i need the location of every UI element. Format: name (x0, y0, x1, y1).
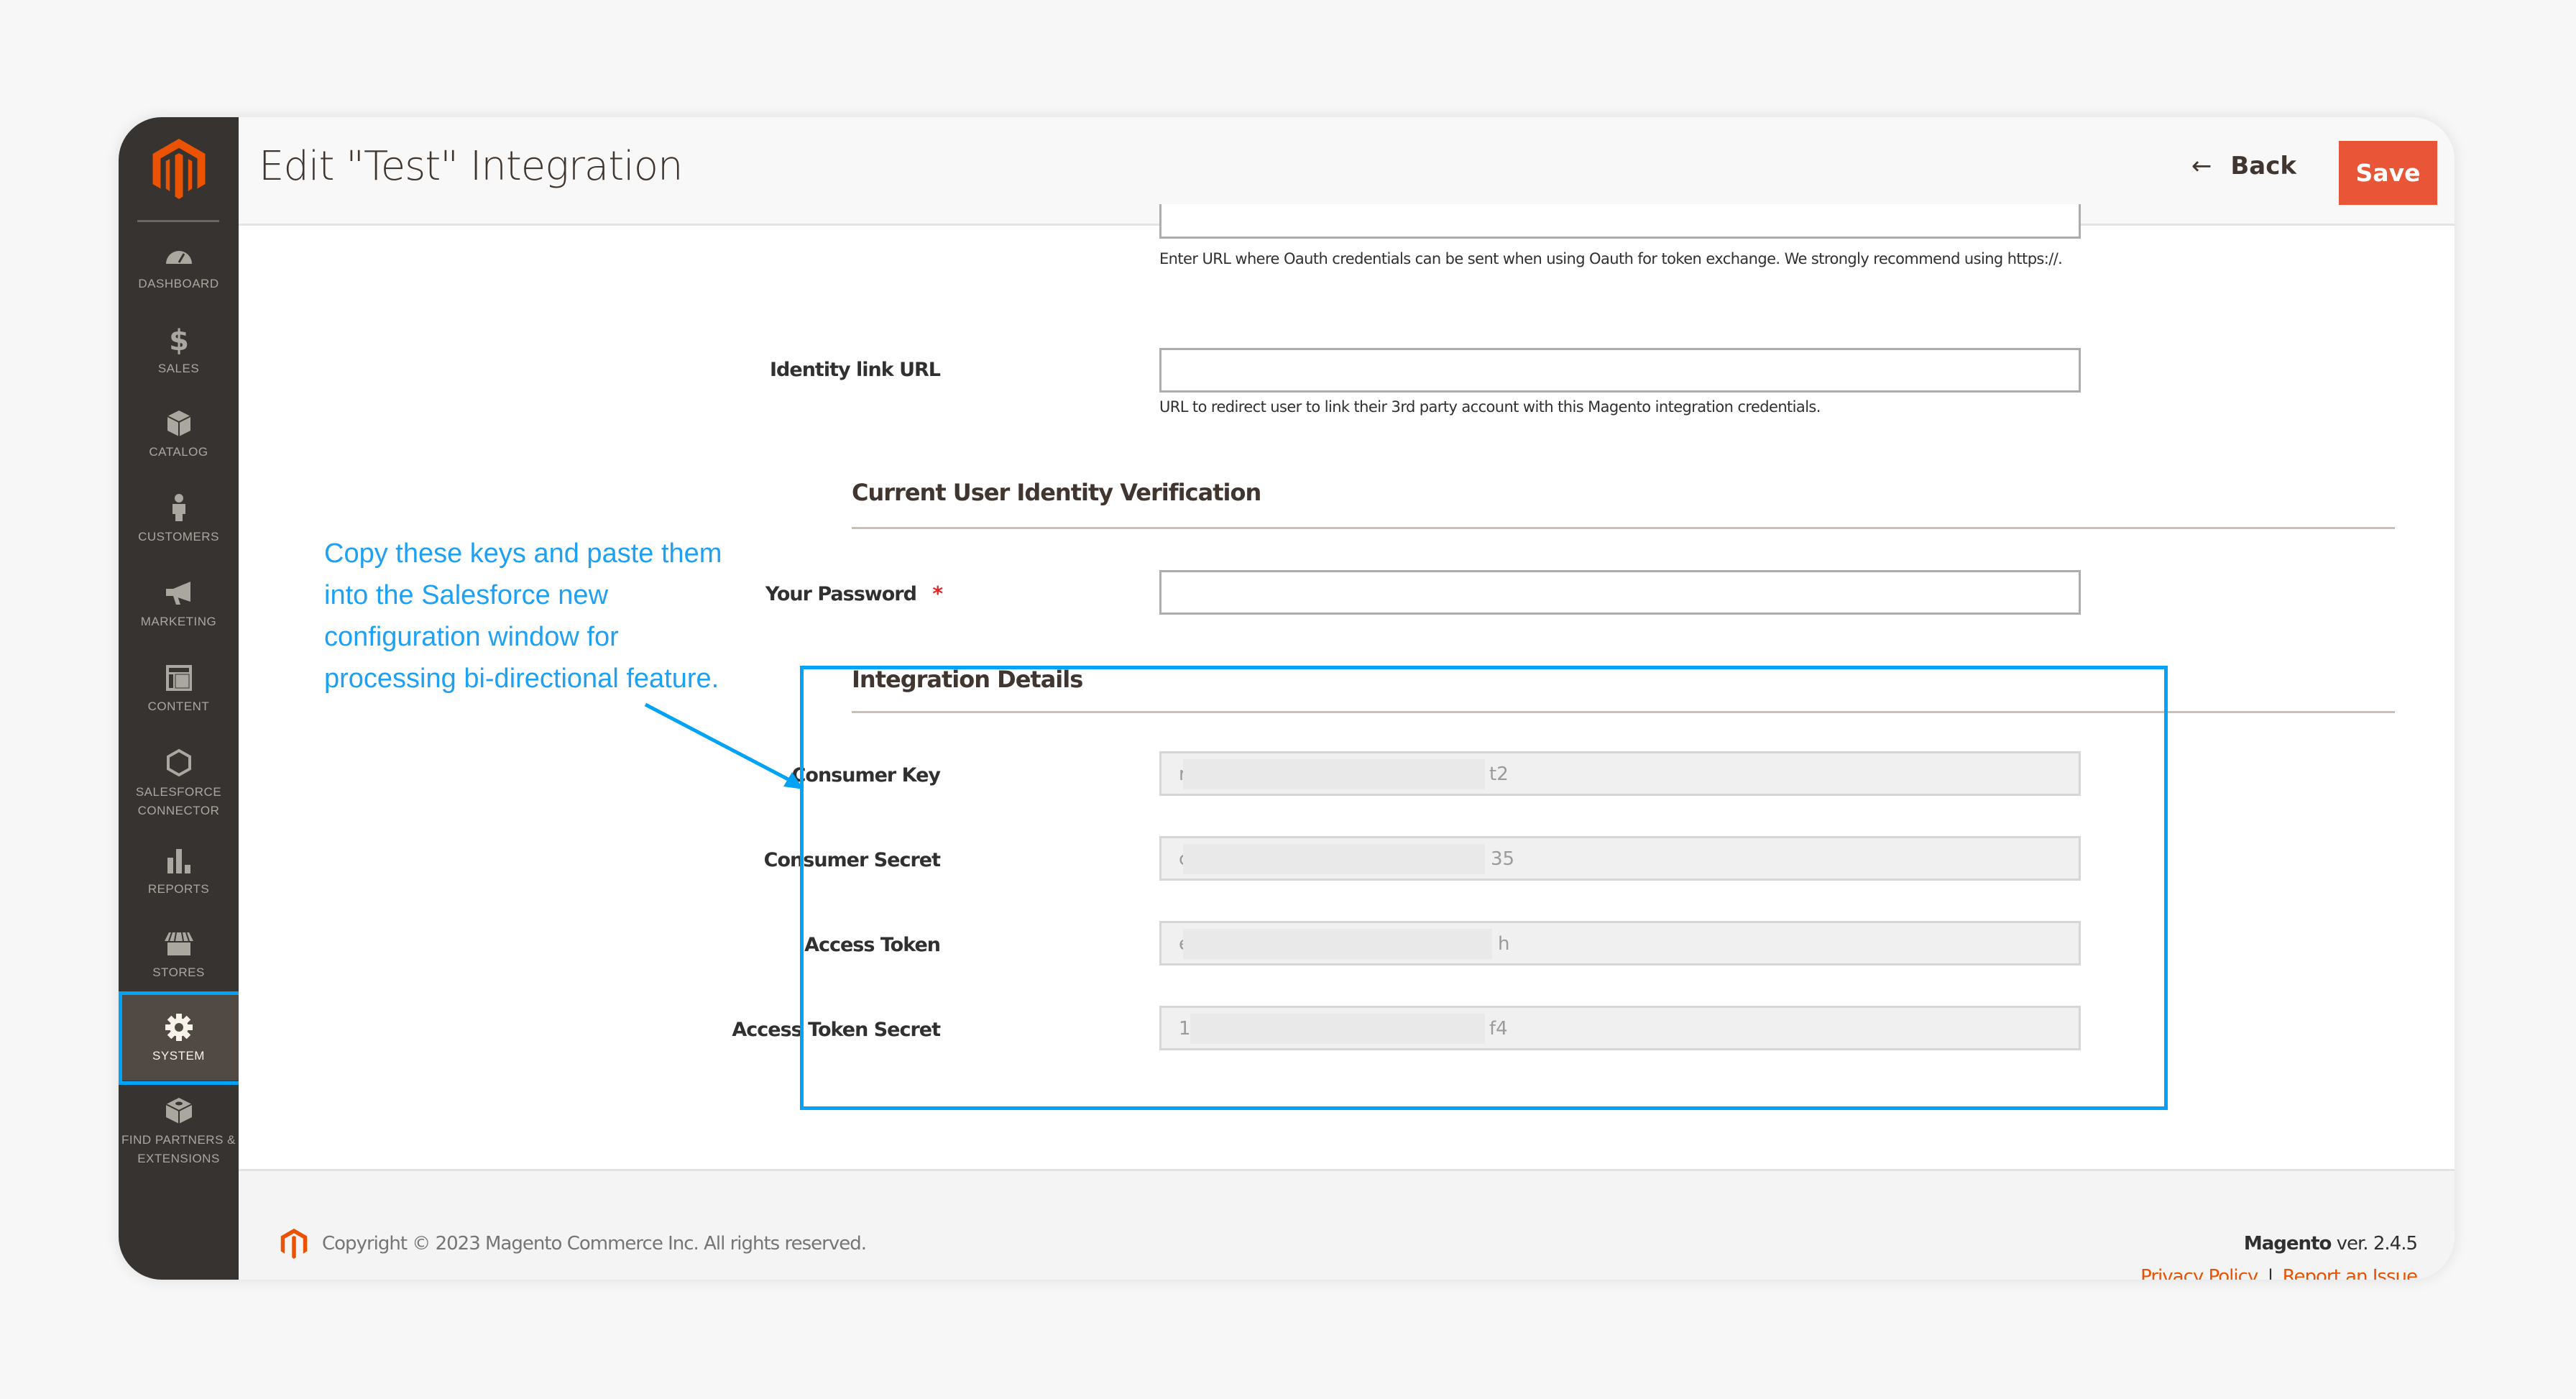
sidebar-item-sales[interactable]: $ Sales (119, 324, 239, 377)
sidebar-item-customers[interactable]: Customers (119, 492, 239, 546)
sidebar-item-reports[interactable]: Reports (119, 845, 239, 898)
system-highlight-annotation (119, 991, 242, 1085)
dashboard-gauge-icon (165, 251, 192, 264)
password-label-text: Your Password (765, 583, 917, 605)
arrow-left-icon: ← (2191, 152, 2212, 180)
sidebar-item-label: Reports (147, 882, 210, 896)
layout-icon (165, 665, 192, 691)
admin-sidebar: Dashboard $ Sales Catalog Customers Mark… (119, 117, 242, 1280)
callback-url-input[interactable] (1159, 204, 2081, 239)
megaphone-icon (165, 582, 190, 605)
section-divider (852, 527, 2395, 529)
magento-logo-icon (280, 1229, 308, 1259)
password-input[interactable] (1159, 570, 2081, 615)
sidebar-item-catalog[interactable]: Catalog (119, 408, 239, 461)
person-icon (172, 494, 185, 521)
svg-text:$: $ (169, 324, 189, 356)
annotation-callout-text: Copy these keys and paste them into the … (324, 538, 722, 694)
sidebar-item-label: Catalog (149, 445, 208, 459)
sidebar-item-label: Content (147, 700, 210, 713)
privacy-policy-link[interactable]: Privacy Policy (2140, 1266, 2258, 1280)
save-button[interactable]: Save (2339, 141, 2437, 205)
sidebar-item-content[interactable]: Content (119, 662, 239, 715)
callback-url-note: Enter URL where Oauth credentials can be… (1159, 250, 2063, 267)
link-separator: | (2267, 1266, 2274, 1280)
logo-divider (137, 220, 219, 222)
report-issue-link[interactable]: Report an Issue (2283, 1266, 2418, 1280)
sidebar-item-label: Dashboard (138, 277, 219, 290)
identity-link-label: Identity link URL (770, 359, 941, 381)
box-icon (167, 410, 190, 436)
sidebar-item-find-partners[interactable]: Find Partners & Extensions (119, 1095, 239, 1168)
identity-link-note: URL to redirect user to link their 3rd p… (1159, 398, 1821, 416)
sidebar-item-label: Find Partners & Extensions (121, 1133, 236, 1165)
bar-chart-icon (167, 849, 190, 873)
storefront-icon (164, 932, 193, 955)
sidebar-item-label: Marketing (140, 615, 217, 628)
blocks-icon (165, 1098, 192, 1124)
integration-details-highlight (800, 666, 2168, 1110)
sidebar-item-marketing[interactable]: Marketing (119, 577, 239, 630)
back-button[interactable]: ← Back (2191, 152, 2296, 180)
copyright-text: Copyright © 2023 Magento Commerce Inc. A… (322, 1233, 867, 1254)
magento-logo-icon[interactable] (149, 139, 209, 199)
sidebar-item-label: Sales (157, 362, 200, 375)
sidebar-item-label: Stores (152, 965, 205, 979)
version-text: Magento ver. 2.4.5 (2243, 1233, 2418, 1254)
sidebar-item-salesforce-connector[interactable]: Salesforce Connector (119, 747, 239, 820)
page-title: Edit "Test" Integration (259, 143, 683, 190)
page-footer: Copyright © 2023 Magento Commerce Inc. A… (239, 1169, 2455, 1280)
sidebar-item-label: Customers (138, 530, 219, 543)
required-asterisk: * (932, 582, 943, 605)
identity-link-input[interactable] (1159, 348, 2081, 393)
sidebar-item-label: Salesforce Connector (135, 785, 222, 817)
hexagon-icon (166, 748, 191, 777)
sidebar-item-stores[interactable]: Stores (119, 928, 239, 981)
back-button-label: Back (2230, 152, 2296, 180)
verification-section-title: Current User Identity Verification (852, 479, 1261, 506)
sidebar-item-dashboard[interactable]: Dashboard (119, 239, 239, 293)
version-number: ver. 2.4.5 (2331, 1233, 2418, 1254)
brand-name: Magento (2243, 1233, 2332, 1254)
footer-links: Privacy Policy | Report an Issue (2140, 1266, 2418, 1280)
dollar-icon: $ (169, 324, 189, 356)
